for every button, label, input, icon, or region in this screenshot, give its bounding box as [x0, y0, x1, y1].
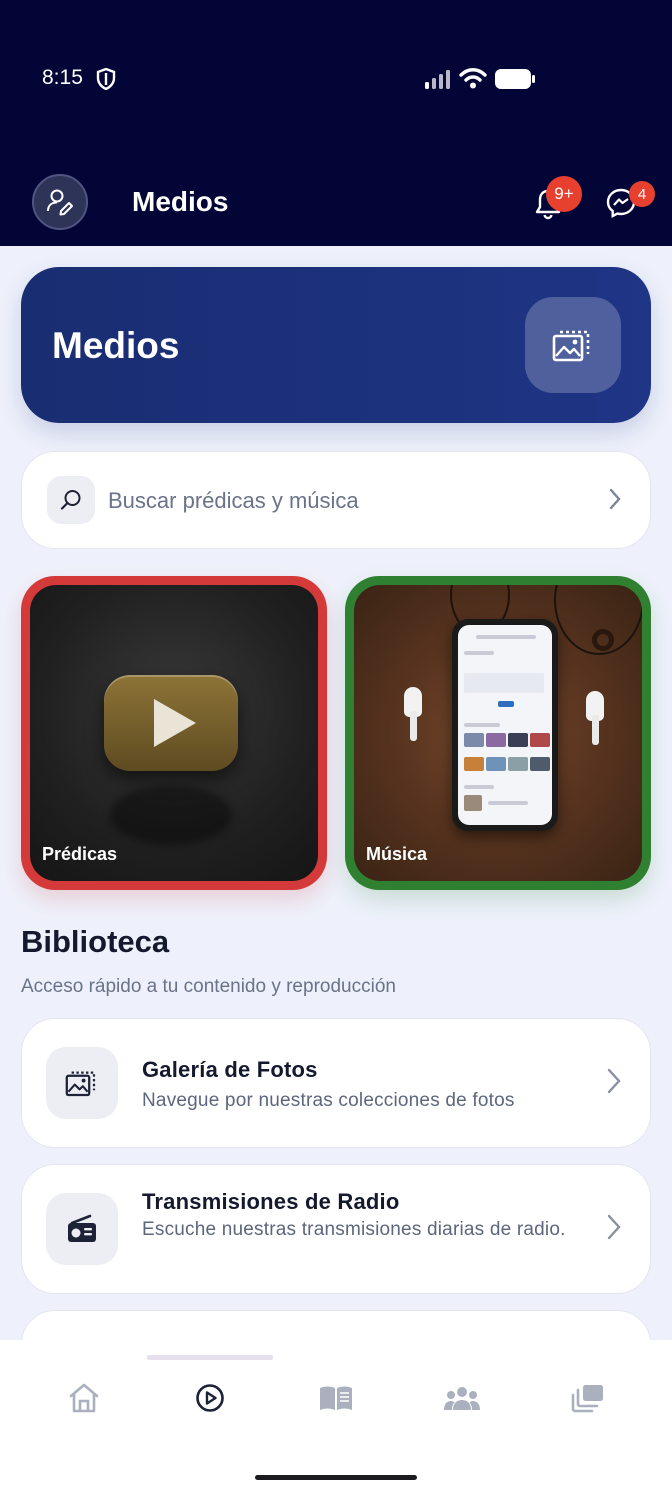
radio-icon — [68, 1214, 96, 1242]
library-item-radio[interactable]: Transmisiones de Radio Escuche nuestras … — [21, 1164, 651, 1294]
photo-gallery-icon — [552, 330, 590, 362]
messages-badge: 4 — [629, 181, 655, 207]
system-home-indicator — [255, 1475, 417, 1480]
book-icon — [320, 1386, 352, 1410]
hero-title: Medios — [52, 325, 180, 366]
nav-collections[interactable] — [568, 1380, 608, 1416]
search-icon-container — [47, 476, 95, 524]
musica-tile[interactable]: Música — [345, 576, 651, 890]
play-button-3d-icon — [104, 675, 238, 771]
search-icon — [60, 490, 81, 510]
phone-image — [452, 619, 558, 831]
bottom-navigation — [0, 1340, 672, 1496]
card-description: Escuche nuestras transmisiones diarias d… — [142, 1219, 566, 1240]
card-title: Transmisiones de Radio — [142, 1189, 400, 1214]
user-edit-icon — [47, 189, 73, 216]
home-icon — [69, 1383, 99, 1413]
card-icon-container — [46, 1193, 118, 1265]
library-item-photo-gallery[interactable]: Galería de Fotos Navegue por nuestras co… — [21, 1018, 651, 1148]
play-circle-icon — [196, 1384, 224, 1412]
nav-home[interactable] — [64, 1380, 104, 1416]
wifi-icon — [459, 68, 487, 89]
profile-avatar-button[interactable] — [32, 174, 88, 230]
notifications-badge: 9+ — [546, 176, 582, 212]
hero-icon-container — [525, 297, 621, 393]
section-subtitle: Acceso rápido a tu contenido y reproducc… — [21, 976, 396, 997]
shield-icon — [96, 68, 116, 90]
app-bar: Medios 9+ 4 — [0, 160, 672, 246]
musica-image: Música — [354, 585, 642, 881]
active-tab-indicator — [147, 1355, 273, 1360]
predicas-image: Prédicas — [30, 585, 318, 881]
chevron-right-icon — [607, 1214, 621, 1240]
app-bar-title: Medios — [132, 186, 229, 217]
predicas-label: Prédicas — [42, 844, 118, 864]
nav-community[interactable] — [442, 1380, 482, 1416]
card-icon-container — [46, 1047, 118, 1119]
hero-banner: Medios — [21, 267, 651, 423]
musica-label: Música — [366, 844, 428, 864]
search-bar[interactable]: Buscar prédicas y música — [21, 451, 651, 549]
collections-icon — [571, 1385, 603, 1413]
card-description: Navegue por nuestras colecciones de foto… — [142, 1090, 515, 1111]
status-bar: 8:15 — [0, 0, 672, 160]
chevron-right-icon — [609, 488, 621, 510]
search-placeholder: Buscar prédicas y música — [108, 488, 359, 513]
chevron-right-icon — [607, 1068, 621, 1094]
nav-media[interactable] — [190, 1380, 230, 1416]
group-icon — [444, 1387, 480, 1410]
photo-gallery-icon — [65, 1071, 96, 1097]
nav-bible[interactable] — [316, 1380, 356, 1416]
status-time: 8:15 — [42, 66, 83, 89]
signal-icon — [425, 70, 450, 89]
battery-icon — [495, 69, 535, 89]
section-title: Biblioteca — [21, 924, 170, 959]
predicas-tile[interactable]: Prédicas — [21, 576, 327, 890]
card-title: Galería de Fotos — [142, 1057, 318, 1082]
